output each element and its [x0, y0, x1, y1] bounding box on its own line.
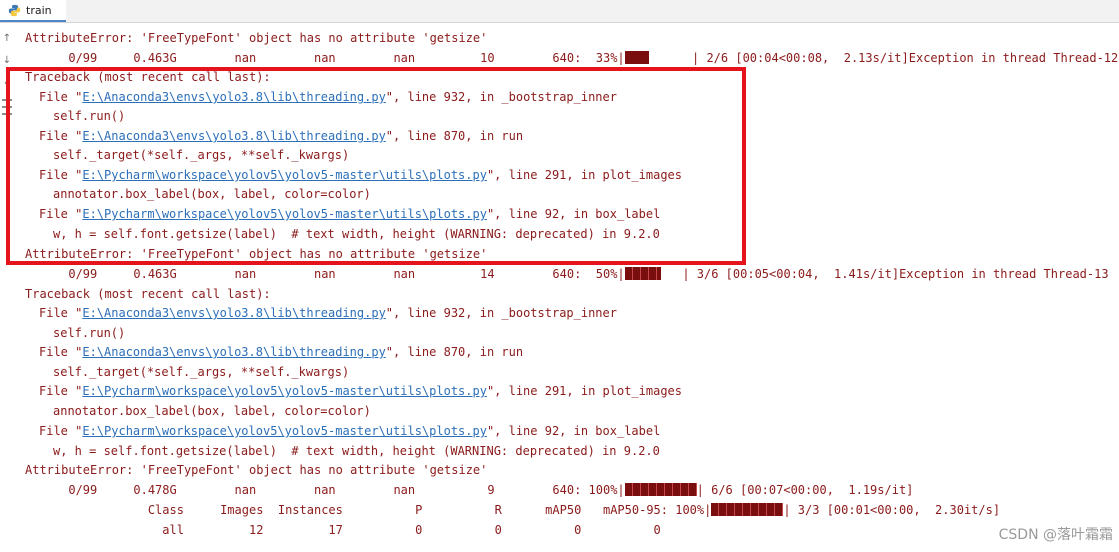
console-line: 0/99 0.463G nan nan nan 14 640: 50%| | 3… [25, 267, 1109, 281]
console-line: 0/99 0.478G nan nan nan 9 640: 100%| | 6/… [25, 483, 914, 497]
error-line: AttributeError: 'FreeTypeFont' object ha… [25, 463, 488, 477]
error-line: AttributeError: 'FreeTypeFont' object ha… [25, 247, 488, 261]
progress-bar-fill [624, 483, 697, 496]
file-link[interactable]: E:\Anaconda3\envs\yolo3.8\lib\threading.… [82, 129, 385, 143]
progress-bar-fill [711, 503, 784, 516]
traceback-frame: File "E:\Pycharm\workspace\yolov5\yolov5… [39, 168, 683, 182]
traceback-code: annotator.box_label(box, label, color=co… [53, 187, 371, 201]
file-link[interactable]: E:\Anaconda3\envs\yolo3.8\lib\threading.… [82, 306, 385, 320]
console-line: AttributeError: 'FreeTypeFont' object ha… [25, 31, 488, 45]
traceback-frame: File "E:\Anaconda3\envs\yolo3.8\lib\thre… [39, 306, 617, 320]
traceback-frame: File "E:\Anaconda3\envs\yolo3.8\lib\thre… [39, 90, 617, 104]
file-link[interactable]: E:\Pycharm\workspace\yolov5\yolov5-maste… [82, 384, 487, 398]
traceback-frame: File "E:\Pycharm\workspace\yolov5\yolov5… [39, 207, 661, 221]
progress-bar-fill [624, 267, 661, 280]
traceback-code: w, h = self.font.getsize(label) # text w… [53, 444, 660, 458]
traceback-frame: File "E:\Pycharm\workspace\yolov5\yolov5… [39, 424, 661, 438]
progress-bar-fill [624, 51, 649, 64]
traceback-frame: File "E:\Anaconda3\envs\yolo3.8\lib\thre… [39, 129, 524, 143]
traceback-code: annotator.box_label(box, label, color=co… [53, 404, 371, 418]
traceback-code: self.run() [53, 326, 126, 340]
traceback-code: self._target(*self._args, **self._kwargs… [53, 148, 350, 162]
traceback-code: w, h = self.font.getsize(label) # text w… [53, 227, 660, 241]
traceback-header: Traceback (most recent call last): [25, 70, 271, 84]
traceback-frame: File "E:\Pycharm\workspace\yolov5\yolov5… [39, 384, 683, 398]
traceback-code: self._target(*self._args, **self._kwargs… [53, 365, 350, 379]
traceback-frame: File "E:\Anaconda3\envs\yolo3.8\lib\thre… [39, 345, 524, 359]
traceback-code: self.run() [53, 109, 126, 123]
console-line: all 12 17 0 0 0 0 [25, 523, 661, 537]
traceback-header: Traceback (most recent call last): [25, 287, 271, 301]
file-link[interactable]: E:\Pycharm\workspace\yolov5\yolov5-maste… [82, 424, 487, 438]
watermark: CSDN @落叶霜霜 [998, 527, 1113, 543]
file-link[interactable]: E:\Pycharm\workspace\yolov5\yolov5-maste… [82, 207, 487, 221]
console-output: AttributeError: 'FreeTypeFont' object ha… [0, 0, 1119, 552]
file-link[interactable]: E:\Anaconda3\envs\yolo3.8\lib\threading.… [82, 345, 385, 359]
file-link[interactable]: E:\Pycharm\workspace\yolov5\yolov5-maste… [82, 168, 487, 182]
console-line: 0/99 0.463G nan nan nan 10 640: 33%| | 2… [25, 51, 1119, 65]
file-link[interactable]: E:\Anaconda3\envs\yolo3.8\lib\threading.… [82, 90, 385, 104]
console-line: Class Images Instances P R mAP50 mAP50-9… [25, 503, 1001, 517]
